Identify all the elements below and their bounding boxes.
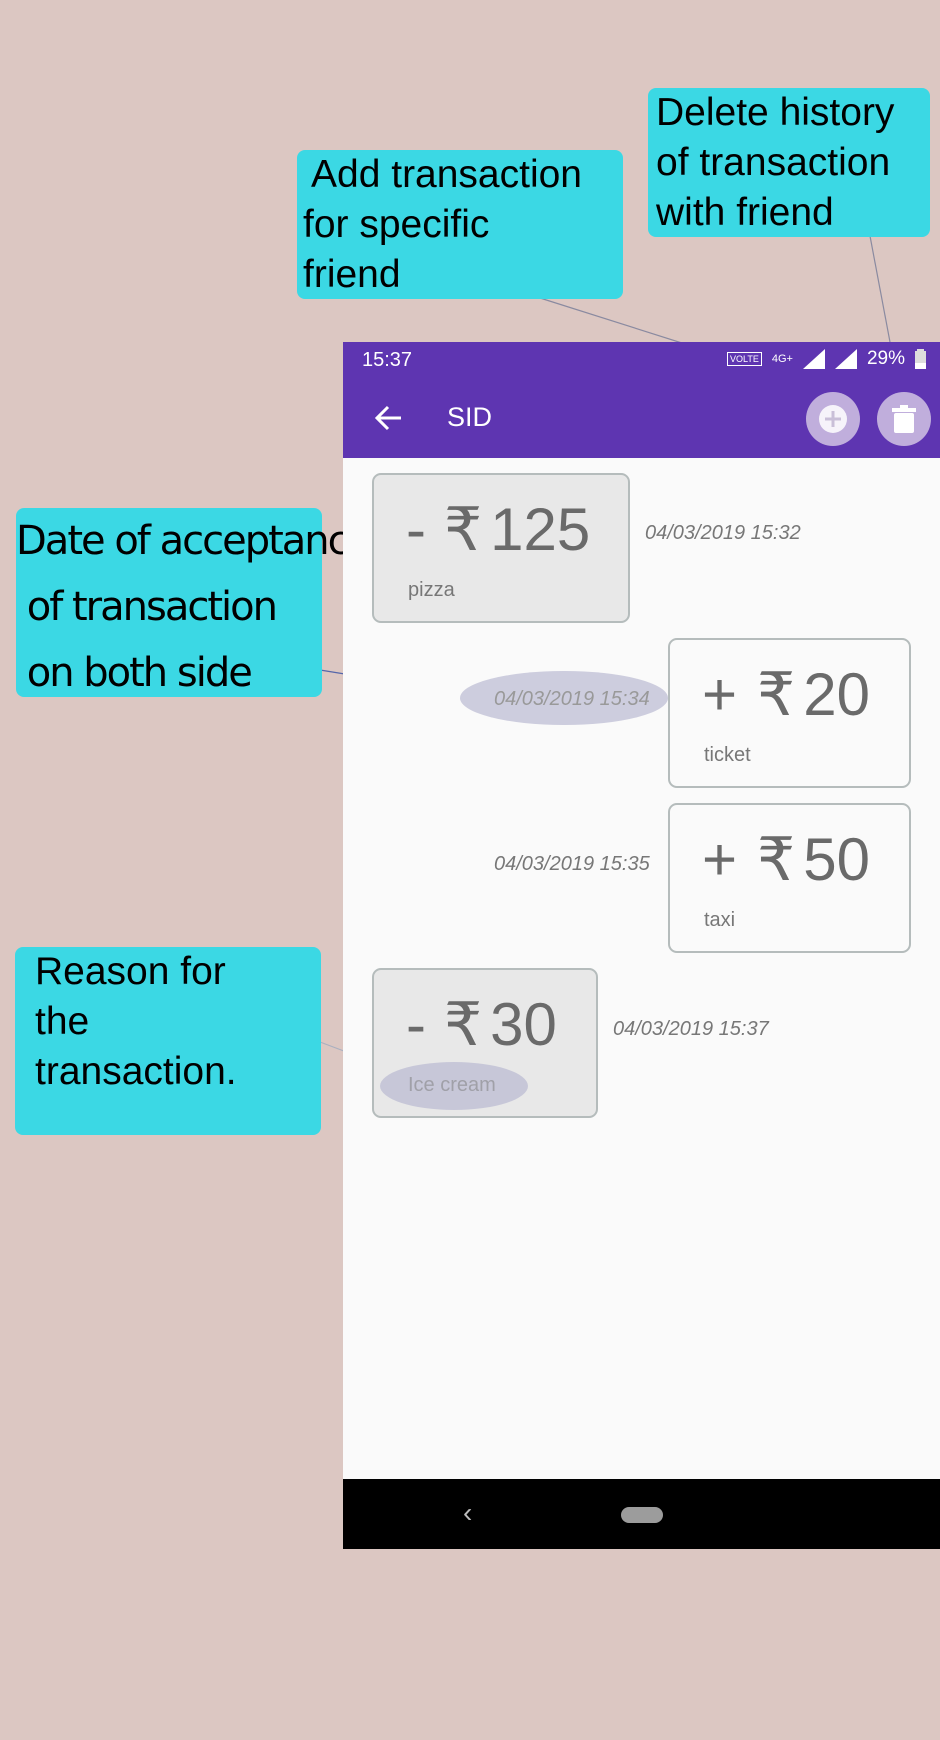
transaction-card[interactable]: - ₹30 Ice cream [372, 968, 598, 1118]
callout-date-of-acceptance: Date of acceptance of transaction on bot… [16, 508, 372, 697]
status-time: 15:37 [362, 349, 413, 371]
transaction-card[interactable]: + ₹20 ticket [668, 638, 911, 788]
amount-sign: + [702, 661, 738, 728]
amount-sign: - [406, 496, 426, 563]
transaction-reason: taxi [704, 909, 736, 931]
callout-add-transaction: Add transaction for specific friend [297, 150, 623, 299]
transaction-amount: - ₹30 [406, 992, 557, 1058]
app-bar: SID [343, 378, 940, 458]
transaction-card[interactable]: - ₹125 pizza [372, 473, 630, 623]
add-transaction-button[interactable] [806, 392, 860, 446]
currency-symbol: ₹ [443, 991, 483, 1058]
currency-symbol: ₹ [443, 496, 483, 563]
callout-add-line-1: Add transaction [311, 153, 583, 196]
signal-icon-2 [834, 349, 857, 369]
network-type: 4G+ [771, 353, 793, 365]
transaction-reason: ticket [704, 744, 751, 766]
amount-sign: + [702, 826, 738, 893]
amount-sign: - [406, 991, 426, 1058]
currency-symbol: ₹ [757, 661, 796, 728]
status-bar: 15:37 VOLTE 4G+ 29% [343, 342, 940, 378]
nav-back-button[interactable]: ‹ [463, 1497, 472, 1529]
amount-value: 20 [803, 661, 870, 728]
callout-delete-line-1: Delete history [656, 91, 895, 134]
callout-reason: Reason for the transaction. [15, 947, 321, 1135]
friend-name-title: SID [447, 402, 493, 432]
trash-icon [892, 405, 916, 433]
callout-add-line-2: for specific [303, 203, 490, 246]
nav-home-button[interactable] [621, 1507, 663, 1523]
callout-add-line-3: friend [303, 253, 401, 296]
currency-symbol: ₹ [757, 826, 796, 893]
plus-circle-icon [819, 405, 847, 433]
callout-date-line-3: on both side [16, 650, 253, 696]
callout-delete-line-3: with friend [656, 191, 834, 234]
volte-icon: VOLTE [727, 352, 762, 366]
callout-reason-line-3: transaction. [35, 1050, 237, 1093]
amount-value: 30 [490, 991, 557, 1058]
callout-delete-line-2: of transaction [656, 141, 891, 184]
status-icons: VOLTE 4G+ 29% [727, 348, 926, 370]
transaction-reason: pizza [408, 579, 455, 601]
signal-icon [802, 349, 825, 369]
transaction-timestamp: 04/03/2019 15:34 [494, 688, 650, 710]
arrow-left-icon[interactable] [369, 398, 409, 438]
transaction-amount: + ₹50 [702, 827, 870, 893]
system-nav-bar: ‹ [343, 1479, 940, 1549]
transaction-timestamp: 04/03/2019 15:32 [645, 522, 801, 544]
transaction-timestamp: 04/03/2019 15:37 [613, 1018, 769, 1040]
transaction-timestamp: 04/03/2019 15:35 [494, 853, 650, 875]
callout-delete-history: Delete history of transaction with frien… [648, 88, 930, 237]
amount-value: 50 [803, 826, 870, 893]
callout-reason-line-2: the [35, 1000, 90, 1043]
battery-icon [915, 349, 926, 369]
phone-screen: 15:37 VOLTE 4G+ 29% SID - ₹ 125 pizza 04… [343, 342, 940, 1549]
battery-percent: 29% [866, 348, 905, 369]
callout-reason-line-1: Reason for [35, 950, 226, 993]
callout-date-line-1: Date of acceptance [16, 518, 372, 564]
delete-history-button[interactable] [877, 392, 931, 446]
transaction-amount: - ₹125 [406, 497, 590, 563]
callout-date-line-2: of transaction [16, 584, 278, 630]
transaction-card[interactable]: + ₹50 taxi [668, 803, 911, 953]
transaction-amount: + ₹20 [702, 662, 870, 728]
transaction-reason: Ice cream [408, 1074, 496, 1096]
amount-value: 125 [490, 496, 591, 563]
